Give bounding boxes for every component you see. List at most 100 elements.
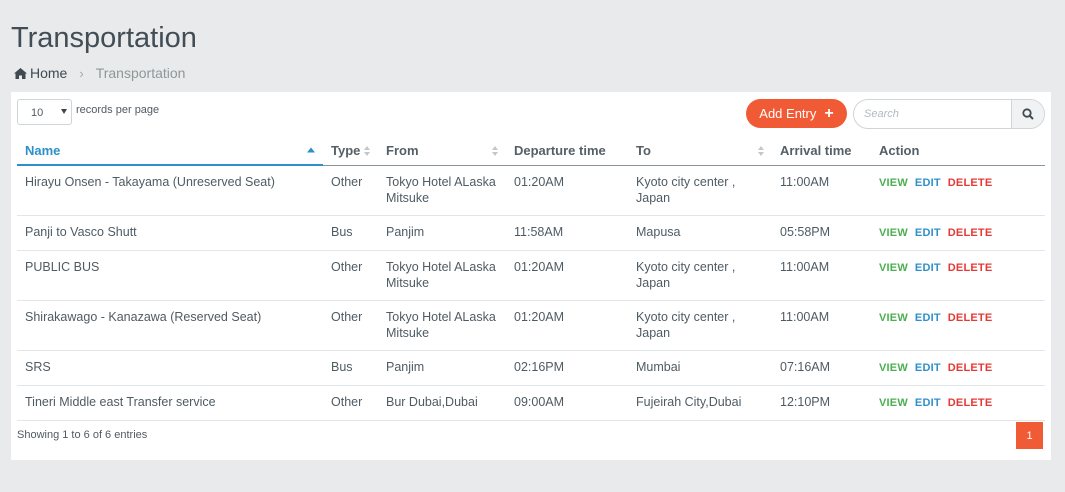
- cell-actions: VIEW EDIT DELETE: [871, 300, 1045, 351]
- edit-link[interactable]: EDIT: [915, 312, 941, 324]
- breadcrumb: Home › Transportation: [14, 65, 185, 81]
- cell-from: Tokyo Hotel ALaska Mitsuke: [378, 300, 506, 351]
- cell-actions: VIEW EDIT DELETE: [871, 350, 1045, 386]
- view-link[interactable]: VIEW: [879, 397, 908, 409]
- cell-departure: 02:16PM: [506, 350, 628, 386]
- table-row: Shirakawago - Kanazawa (Reserved Seat) O…: [17, 300, 1045, 351]
- home-icon: [14, 67, 27, 79]
- search-button[interactable]: [1011, 100, 1044, 128]
- column-header-action-label: Action: [879, 143, 920, 159]
- search-input[interactable]: [864, 100, 1009, 128]
- cell-to: Kyoto city center , Japan: [628, 300, 772, 351]
- cell-actions: VIEW EDIT DELETE: [871, 385, 1045, 421]
- search-box: [853, 99, 1045, 129]
- table-row: PUBLIC BUS Other Tokyo Hotel ALaska Mits…: [17, 250, 1045, 301]
- cell-type: Bus: [323, 215, 378, 251]
- cell-to: Mapusa: [628, 215, 772, 251]
- pagination-page-1[interactable]: 1: [1016, 422, 1043, 449]
- table-header-row: Name Type From Departure time To Arrival…: [17, 137, 1045, 166]
- cell-departure: 01:20AM: [506, 250, 628, 301]
- cell-departure: 01:20AM: [506, 300, 628, 351]
- cell-departure: 01:20AM: [506, 165, 628, 216]
- table-row: Tineri Middle east Transfer service Othe…: [17, 385, 1045, 421]
- sort-icon: [364, 145, 370, 156]
- cell-actions: VIEW EDIT DELETE: [871, 250, 1045, 301]
- edit-link[interactable]: EDIT: [915, 362, 941, 374]
- cell-name: SRS: [17, 350, 323, 386]
- cell-name: PUBLIC BUS: [17, 250, 323, 301]
- column-header-from[interactable]: From: [378, 137, 506, 166]
- edit-link[interactable]: EDIT: [915, 227, 941, 239]
- edit-link[interactable]: EDIT: [915, 397, 941, 409]
- delete-link[interactable]: DELETE: [948, 227, 993, 239]
- cell-arrival: 11:00AM: [772, 165, 871, 216]
- cell-type: Bus: [323, 350, 378, 386]
- cell-to: Fujeirah City,Dubai: [628, 385, 772, 421]
- cell-to: Mumbai: [628, 350, 772, 386]
- cell-actions: VIEW EDIT DELETE: [871, 165, 1045, 216]
- cell-arrival: 11:00AM: [772, 250, 871, 301]
- cell-type: Other: [323, 300, 378, 351]
- column-header-departure[interactable]: Departure time: [506, 137, 628, 166]
- cell-arrival: 11:00AM: [772, 300, 871, 351]
- sort-ascending-icon: [307, 147, 315, 154]
- cell-type: Other: [323, 250, 378, 301]
- column-header-from-label: From: [386, 143, 419, 159]
- column-header-name[interactable]: Name: [17, 137, 323, 166]
- column-header-arrival[interactable]: Arrival time: [772, 137, 871, 166]
- cell-type: Other: [323, 385, 378, 421]
- sort-icon: [758, 145, 764, 156]
- delete-link[interactable]: DELETE: [948, 397, 993, 409]
- cell-from: Bur Dubai,Dubai: [378, 385, 506, 421]
- transport-table: Name Type From Departure time To Arrival…: [17, 137, 1045, 421]
- delete-link[interactable]: DELETE: [948, 362, 993, 374]
- delete-link[interactable]: DELETE: [948, 177, 993, 189]
- view-link[interactable]: VIEW: [879, 312, 908, 324]
- page-length-select[interactable]: 10: [17, 99, 72, 125]
- cell-name: Hirayu Onsen - Takayama (Unreserved Seat…: [17, 165, 323, 216]
- view-link[interactable]: VIEW: [879, 362, 908, 374]
- view-link[interactable]: VIEW: [879, 262, 908, 274]
- cell-departure: 09:00AM: [506, 385, 628, 421]
- column-header-action: Action: [871, 137, 1045, 166]
- column-header-type-label: Type: [331, 143, 361, 159]
- cell-to: Kyoto city center , Japan: [628, 250, 772, 301]
- table-info: Showing 1 to 6 of 6 entries: [17, 429, 148, 441]
- column-header-arrival-label: Arrival time: [780, 143, 852, 159]
- caret-down-icon: [61, 109, 67, 114]
- cell-arrival: 05:58PM: [772, 215, 871, 251]
- edit-link[interactable]: EDIT: [915, 262, 941, 274]
- column-header-to-label: To: [636, 143, 651, 159]
- cell-arrival: 12:10PM: [772, 385, 871, 421]
- page-length-value: 10: [31, 107, 44, 119]
- cell-name: Tineri Middle east Transfer service: [17, 385, 323, 421]
- column-header-name-label: Name: [25, 143, 61, 158]
- page-title: Transportation: [11, 22, 197, 54]
- cell-from: Tokyo Hotel ALaska Mitsuke: [378, 165, 506, 216]
- view-link[interactable]: VIEW: [879, 227, 908, 239]
- chevron-right-icon: ›: [79, 65, 84, 81]
- cell-departure: 11:58AM: [506, 215, 628, 251]
- table-row: Hirayu Onsen - Takayama (Unreserved Seat…: [17, 165, 1045, 216]
- add-entry-label: Add Entry: [759, 106, 817, 121]
- column-header-type[interactable]: Type: [323, 137, 378, 166]
- cell-from: Panjim: [378, 215, 506, 251]
- page-length-label: records per page: [76, 104, 160, 116]
- transport-panel: 10 records per page Add Entry + Name Typ…: [11, 92, 1051, 460]
- delete-link[interactable]: DELETE: [948, 312, 993, 324]
- cell-actions: VIEW EDIT DELETE: [871, 215, 1045, 251]
- cell-name: Shirakawago - Kanazawa (Reserved Seat): [17, 300, 323, 351]
- column-header-to[interactable]: To: [628, 137, 772, 166]
- cell-name: Panji to Vasco Shutt: [17, 215, 323, 251]
- breadcrumb-home[interactable]: Home: [14, 65, 67, 81]
- edit-link[interactable]: EDIT: [915, 177, 941, 189]
- add-entry-button[interactable]: Add Entry +: [746, 99, 847, 128]
- cell-type: Other: [323, 165, 378, 216]
- search-icon: [1022, 108, 1034, 120]
- column-header-departure-label: Departure time: [514, 143, 606, 159]
- table-row: SRS Bus Panjim 02:16PM Mumbai 07:16AM VI…: [17, 350, 1045, 386]
- view-link[interactable]: VIEW: [879, 177, 908, 189]
- delete-link[interactable]: DELETE: [948, 262, 993, 274]
- plus-icon: +: [824, 104, 834, 122]
- cell-from: Panjim: [378, 350, 506, 386]
